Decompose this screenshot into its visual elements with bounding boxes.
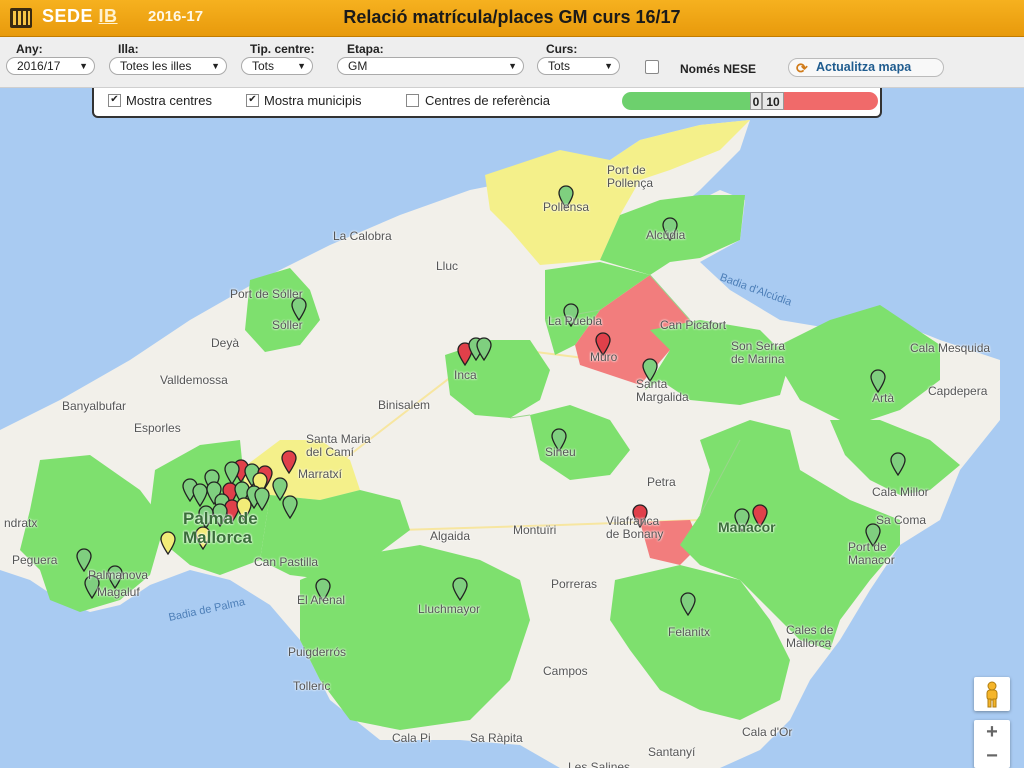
place-lluchmayor: Lluchmayor (418, 602, 481, 616)
curs-label: Curs: (546, 42, 578, 56)
place-inca: Inca (454, 368, 477, 382)
chevron-down-icon: ▼ (604, 61, 613, 71)
place-valldemossa: Valldemossa (160, 373, 228, 387)
page-title: Relació matrícula/places GM curs 16/17 (343, 7, 681, 27)
place-port-pollenca: Port de Pollença (607, 163, 654, 190)
place-manacor: Manacor (718, 519, 776, 535)
refresh-map-button[interactable]: ⟳ Actualitza mapa (788, 58, 944, 77)
nese-label: Només NESE (680, 62, 757, 76)
map-options-panel: ✔ Mostra centres ✔ Mostra municipis Cent… (92, 88, 882, 118)
illa-label: Illa: (118, 42, 139, 56)
place-muro: Muro (590, 350, 618, 364)
zoom-in-button[interactable]: + (974, 720, 1010, 744)
place-marratxi: Marratxí (298, 467, 343, 481)
header-bar: SEDE IB 2016-17 Relació matrícula/places… (0, 0, 1024, 37)
place-andratx: ndratx (4, 516, 38, 530)
pegman-button[interactable] (974, 677, 1010, 711)
place-soller: Sóller (272, 318, 303, 332)
mostra-municipis-label: Mostra municipis (264, 93, 362, 108)
place-porreras: Porreras (551, 577, 598, 591)
chevron-down-icon: ▼ (508, 61, 517, 71)
legend-low-value: 0 (750, 92, 762, 110)
place-santa-margalida: Santa Margalida (636, 377, 689, 404)
place-tolleric: Tolleric (293, 679, 331, 693)
legend-high-value: 10 (762, 92, 784, 110)
place-deya: Deyà (211, 336, 240, 350)
place-santanyi: Santanyí (648, 745, 696, 759)
place-el-arenal: El Arenal (297, 593, 346, 607)
place-peguera: Peguera (12, 553, 58, 567)
place-campos: Campos (543, 664, 588, 678)
centres-referencia-checkbox[interactable] (406, 94, 419, 107)
place-porto-cristo: Port de Manacor (848, 540, 895, 567)
refresh-icon: ⟳ (796, 60, 808, 76)
place-cales-mallorca: Cales de Mallorca (786, 623, 834, 650)
place-lluc: Lluc (436, 259, 459, 273)
place-palma: Palma de Mallorca (183, 509, 258, 547)
curs-select[interactable]: Tots ▼ (537, 57, 620, 75)
legend-low-bar (622, 92, 752, 110)
place-pollensa: Pollensa (543, 200, 590, 214)
place-sa-coma: Sa Coma (876, 513, 927, 527)
mostra-municipis-checkbox[interactable]: ✔ (246, 94, 259, 107)
place-puigderros: Puigderrós (288, 645, 347, 659)
place-can-picafort: Can Picafort (660, 318, 727, 332)
place-felanitx: Felanitx (668, 625, 711, 639)
legend-high-bar (784, 92, 878, 110)
place-palmanova: Palmanova (88, 568, 149, 582)
place-montuiri: Montuïri (513, 523, 557, 537)
any-label: Any: (16, 42, 43, 56)
map-canvas[interactable]: Port de Pollença Pollensa La Calobra Alcú… (0, 88, 1024, 768)
place-santa-maria: Santa Maria del Camí (306, 432, 371, 459)
tip-centre-label: Tip. centre: (250, 42, 315, 56)
place-can-pastilla: Can Pastilla (254, 555, 319, 569)
chevron-down-icon: ▼ (297, 61, 306, 71)
place-sa-pobla: La Puebla (548, 314, 603, 328)
filter-bar: Any: 2016/17 ▼ Illa: Totes les illes ▼ Tip… (0, 37, 1024, 88)
chevron-down-icon: ▼ (211, 61, 220, 71)
centres-referencia-label: Centres de referència (425, 93, 551, 108)
place-sineu: Sineu (545, 445, 576, 459)
tip-centre-select[interactable]: Tots ▼ (241, 57, 313, 75)
place-port-soller: Port de Sóller (230, 287, 303, 301)
place-esporles: Esporles (134, 421, 181, 435)
etapa-select[interactable]: GM ▼ (337, 57, 524, 75)
place-arta: Artà (872, 391, 895, 405)
place-petra: Petra (647, 475, 676, 489)
place-ses-salines: Les Salines (568, 760, 631, 768)
mostra-centres-label: Mostra centres (126, 93, 212, 108)
mostra-centres-checkbox[interactable]: ✔ (108, 94, 121, 107)
nese-checkbox[interactable] (645, 60, 659, 74)
place-son-serra: Son Serra de Marina (731, 339, 786, 366)
etapa-label: Etapa: (347, 42, 384, 56)
place-la-calobra: La Calobra (333, 229, 392, 243)
place-cala-millor: Cala Millor (872, 485, 929, 499)
chevron-down-icon: ▼ (79, 61, 88, 71)
any-select[interactable]: 2016/17 ▼ (6, 57, 95, 75)
zoom-control: + − (974, 720, 1010, 768)
place-binisalem: Binisalem (378, 398, 431, 412)
place-alcudia: Alcúdia (646, 228, 686, 242)
place-cala-dor: Cala d'Or (742, 725, 793, 739)
place-magaluf: Magaluf (97, 585, 140, 599)
place-sa-rapita: Sa Ràpita (470, 731, 523, 745)
place-banyalbufar: Banyalbufar (62, 399, 127, 413)
place-capdepera: Capdepera (928, 384, 988, 398)
place-cala-mesquida: Cala Mesquida (910, 341, 991, 355)
illa-select[interactable]: Totes les illes ▼ (109, 57, 227, 75)
place-algaida: Algaida (430, 529, 471, 543)
place-vilafranca: Vilafranca de Bonany (606, 514, 664, 541)
place-cala-pi: Cala Pi (392, 731, 431, 745)
pegman-icon (986, 681, 998, 708)
zoom-out-button[interactable]: − (974, 744, 1010, 768)
